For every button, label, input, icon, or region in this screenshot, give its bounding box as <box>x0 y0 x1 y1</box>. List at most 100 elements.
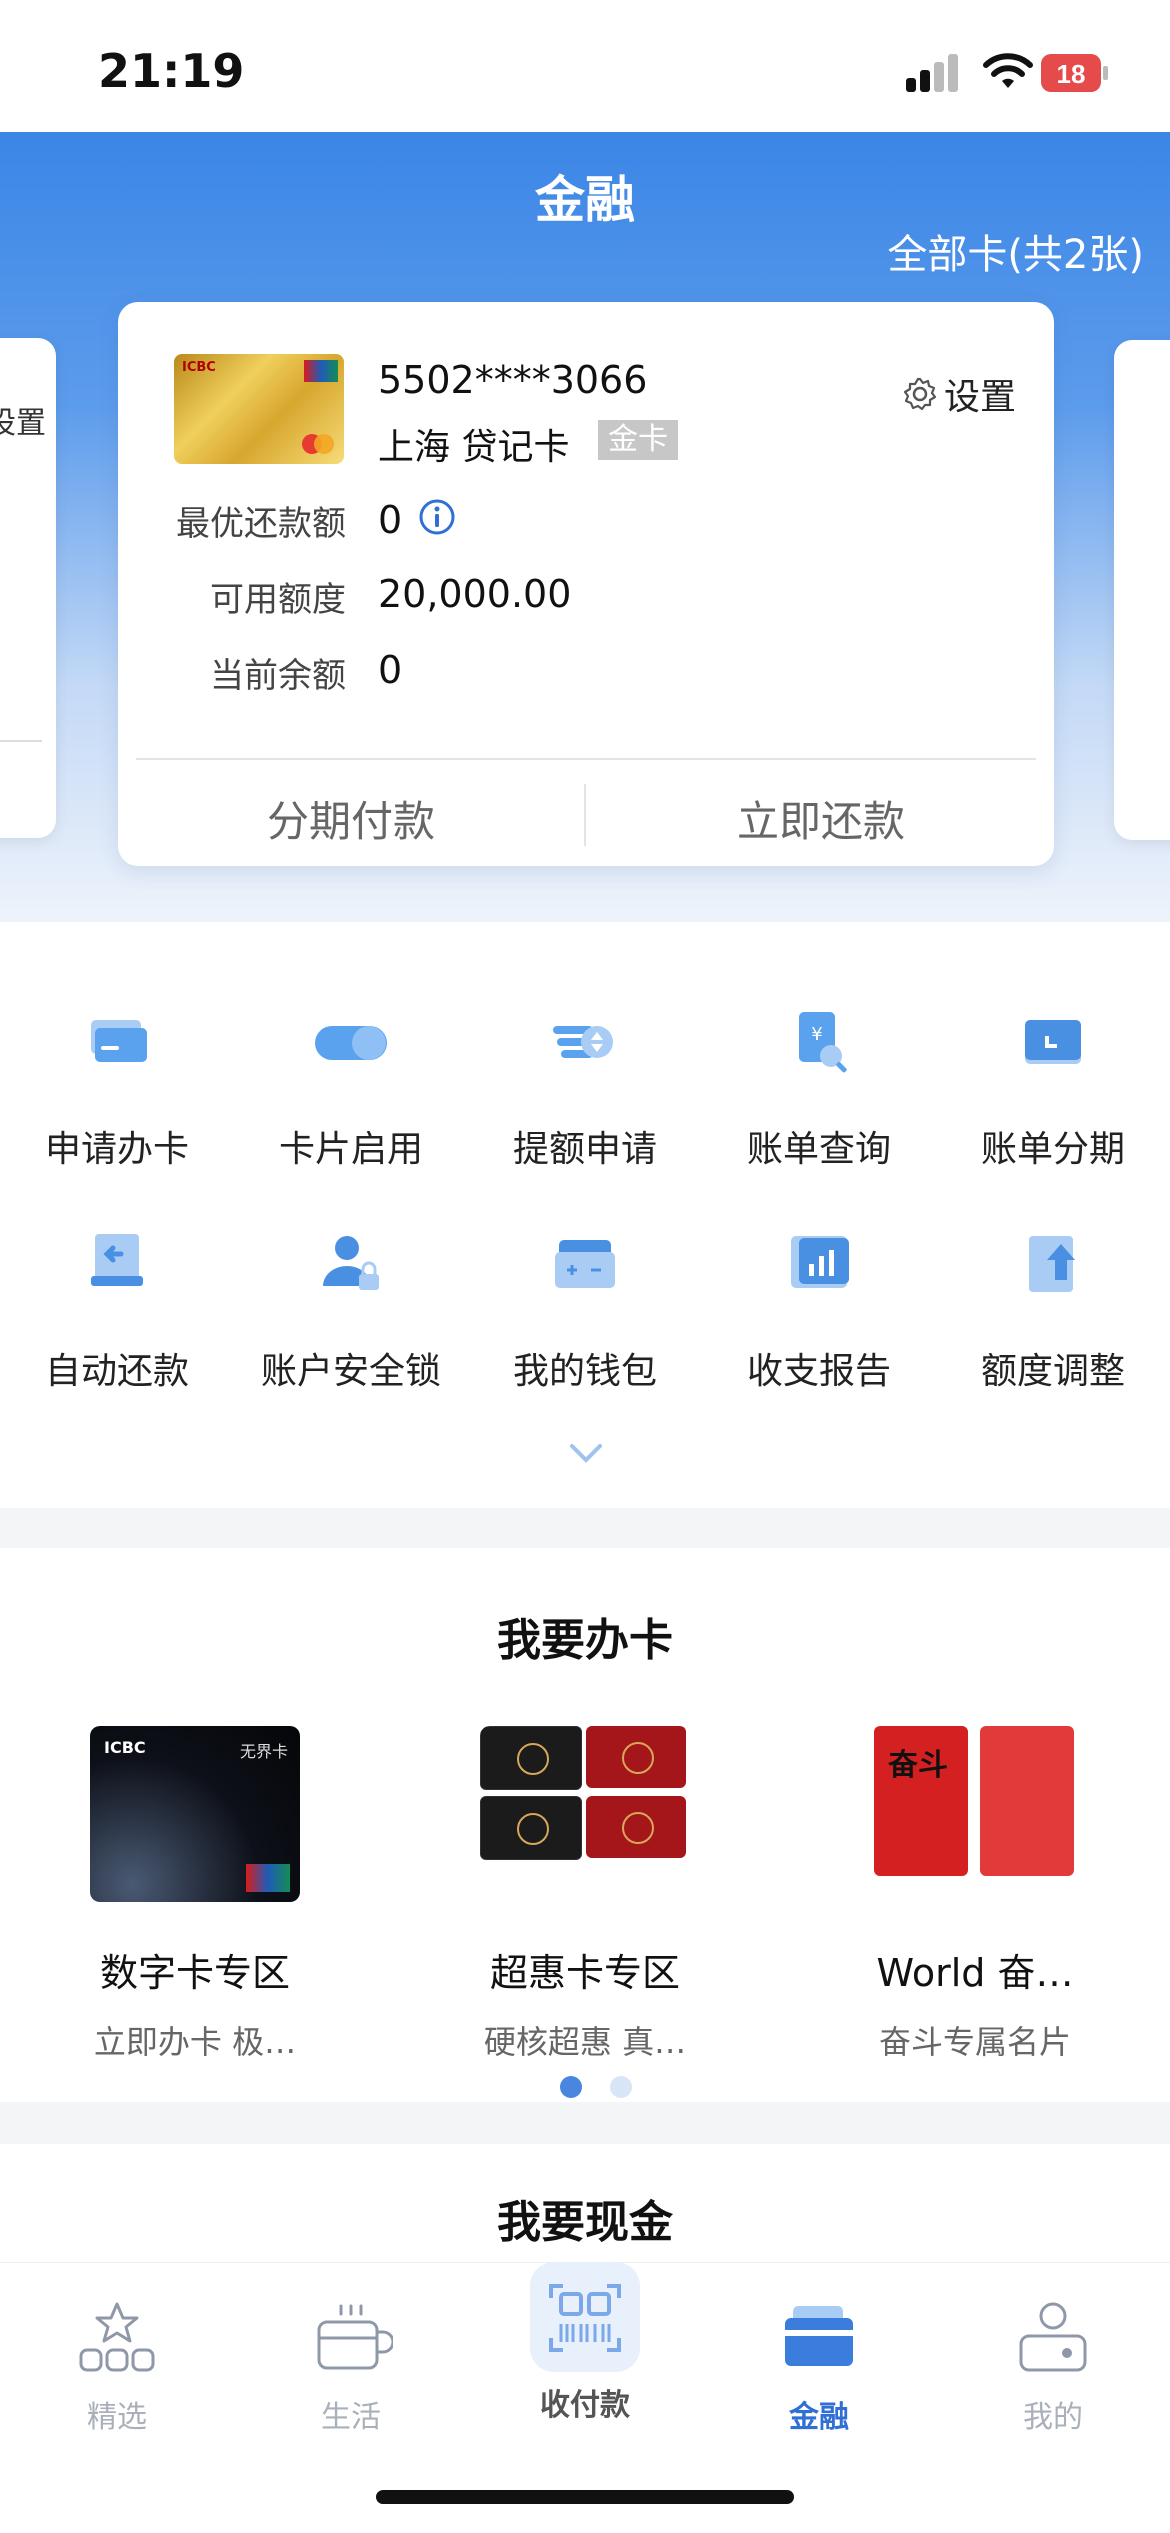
previous-card-peek[interactable]: 设置 <box>0 338 56 838</box>
promo-subtitle: 立即办卡 极… <box>93 2023 297 2061</box>
profile-icon <box>1019 2302 1087 2372</box>
grid-item-auto-repay[interactable]: 自动还款 <box>0 1224 234 1394</box>
battery-icon: 18 <box>1040 52 1110 94</box>
wifi-icon <box>983 53 1033 88</box>
divider <box>136 758 1036 760</box>
available-credit-value: 20,000.00 <box>378 572 572 616</box>
card-apply-icon <box>91 1020 147 1062</box>
grid-item-limit-adjust[interactable]: 额度调整 <box>936 1224 1170 1394</box>
unionpay-logo <box>304 360 338 382</box>
chevron-down-icon[interactable] <box>566 1438 606 1468</box>
grid-item-label: 额度调整 <box>980 1351 1125 1392</box>
grid-item-label: 账单分期 <box>980 1129 1125 1170</box>
divider <box>0 740 42 742</box>
next-card-peek[interactable] <box>1114 340 1170 840</box>
grid-item-label: 我的钱包 <box>512 1351 657 1392</box>
unionpay-logo <box>246 1864 290 1892</box>
bank-logo-text: ICBC <box>182 360 216 375</box>
available-credit-label: 可用额度 <box>210 580 346 620</box>
cash-section-title: 我要现金 <box>497 2197 673 2248</box>
bill-installment-icon <box>1025 1020 1081 1064</box>
grid-item-label: 账单查询 <box>746 1129 891 1170</box>
wallet-icon <box>555 1240 615 1288</box>
world-card-image: 奋斗 <box>870 1726 1080 1902</box>
best-repayment-value: 0 <box>378 498 403 542</box>
battery-level: 18 <box>1057 59 1086 89</box>
grid-item-wallet[interactable]: 我的钱包 <box>468 1224 702 1394</box>
super-card-image <box>480 1726 690 1902</box>
signal-icon <box>906 54 958 92</box>
card-settings-button[interactable]: 设置 <box>902 368 1016 420</box>
grid-item-label: 提额申请 <box>512 1129 657 1170</box>
grid-item-bill-query[interactable]: ¥ 账单查询 <box>702 1002 936 1172</box>
grid-item-label: 账户安全锁 <box>260 1351 441 1392</box>
apply-card-title: 我要办卡 <box>497 1615 673 1666</box>
carousel-dot <box>610 2076 632 2098</box>
tab-label: 收付款 <box>540 2388 630 2423</box>
divider <box>584 784 586 846</box>
all-cards-link[interactable]: 全部卡(共2张) <box>887 222 1144 280</box>
promo-title: World 奋… <box>876 1951 1074 1995</box>
card-number: 5502****3066 <box>378 358 648 402</box>
current-balance-value: 0 <box>378 648 403 692</box>
promo-super-card[interactable]: 超惠卡专区 硬核超惠 真… <box>390 1726 780 2063</box>
card-icon <box>785 2306 853 2366</box>
grid-item-label: 卡片启用 <box>278 1129 423 1170</box>
report-icon <box>791 1236 849 1288</box>
grid-item-limit-raise[interactable]: 提额申请 <box>468 1002 702 1172</box>
card-settings-label: 设置 <box>944 377 1017 418</box>
digital-card-name-text: 无界卡 <box>239 1742 288 1761</box>
tab-finance[interactable]: 金融 <box>702 2296 936 2436</box>
repay-now-button[interactable]: 立即还款 <box>588 788 1054 849</box>
toggle-icon <box>315 1026 387 1060</box>
card-image: ICBC <box>174 354 344 464</box>
auto-repay-icon <box>91 1234 143 1286</box>
bill-search-icon: ¥ <box>799 1012 847 1073</box>
world-card-text: 奋斗 <box>888 1748 948 1783</box>
mastercard-logo <box>302 434 334 454</box>
tab-label: 精选 <box>87 2400 147 2435</box>
grid-item-label: 申请办卡 <box>44 1129 189 1170</box>
tab-label: 我的 <box>1023 2400 1083 2435</box>
current-balance-label: 当前余额 <box>210 656 346 696</box>
scan-pay-icon <box>549 2284 621 2352</box>
star-icon <box>79 2302 155 2372</box>
tab-label: 金融 <box>789 2400 849 2435</box>
previous-card-settings-text: 设置 <box>0 406 46 441</box>
tab-life[interactable]: 生活 <box>234 2296 468 2436</box>
card-level-badge: 金卡 <box>598 420 678 460</box>
digital-card-logo-text: ICBC <box>104 1738 146 1757</box>
grid-item-account-lock[interactable]: 账户安全锁 <box>234 1224 468 1394</box>
promo-subtitle: 奋斗专属名片 <box>878 2023 1071 2061</box>
credit-card-panel: ICBC 5502****3066 上海 贷记卡 金卡 设置 最优还款额 0 可… <box>118 302 1054 866</box>
status-time: 21:19 <box>98 44 245 98</box>
gear-icon <box>903 377 937 411</box>
cup-icon <box>317 2304 395 2370</box>
promo-title: 超惠卡专区 <box>489 1951 680 1995</box>
tab-pay[interactable]: 收付款 <box>468 2272 702 2424</box>
grid-item-apply-card[interactable]: 申请办卡 <box>0 1002 234 1172</box>
limit-adjust-icon <box>1029 1236 1075 1292</box>
grid-item-bill-installment[interactable]: 账单分期 <box>936 1002 1170 1172</box>
tab-featured[interactable]: 精选 <box>0 2296 234 2436</box>
grid-item-label: 自动还款 <box>44 1351 189 1392</box>
promo-title: 数字卡专区 <box>99 1951 290 1995</box>
carousel-dots <box>546 2076 646 2102</box>
account-lock-icon <box>323 1236 379 1290</box>
promo-world-card[interactable]: 奋斗 World 奋… 奋斗专属名片 <box>780 1726 1170 2063</box>
grid-item-label: 收支报告 <box>746 1351 891 1392</box>
promo-digital-card[interactable]: ICBC 无界卡 数字卡专区 立即办卡 极… <box>0 1726 390 2063</box>
card-type: 上海 贷记卡 <box>378 427 570 468</box>
promo-subtitle: 硬核超惠 真… <box>483 2023 687 2061</box>
info-icon[interactable] <box>418 498 456 536</box>
carousel-dot-active <box>560 2076 582 2098</box>
digital-card-image: ICBC 无界卡 <box>90 1726 300 1902</box>
best-repayment-label: 最优还款额 <box>176 504 346 544</box>
limit-raise-icon <box>553 1026 613 1058</box>
grid-item-report[interactable]: 收支报告 <box>702 1224 936 1394</box>
tab-label: 生活 <box>321 2400 381 2435</box>
installment-button[interactable]: 分期付款 <box>118 788 584 849</box>
grid-item-card-activation[interactable]: 卡片启用 <box>234 1002 468 1172</box>
tab-mine[interactable]: 我的 <box>936 2296 1170 2436</box>
home-indicator <box>376 2490 794 2504</box>
